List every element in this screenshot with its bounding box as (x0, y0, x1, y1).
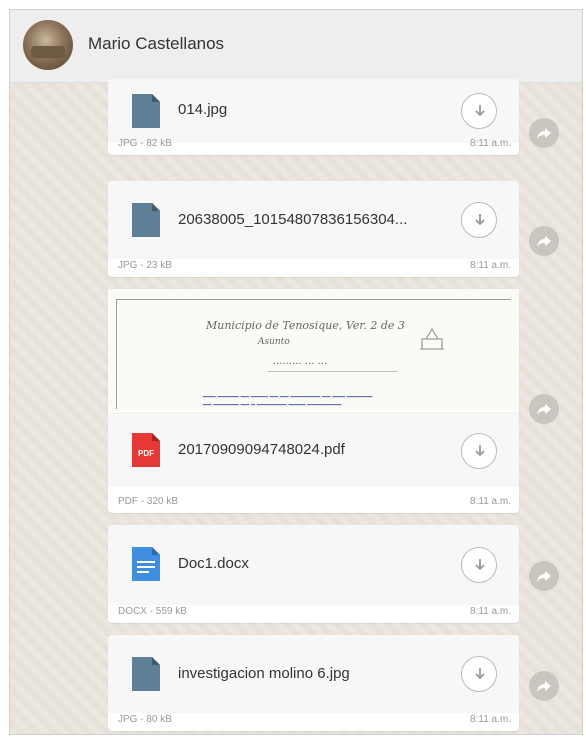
message-time: 8:11 a.m. (470, 714, 511, 725)
forward-button[interactable] (529, 561, 559, 591)
file-name: 20170909094748024.pdf (178, 441, 345, 458)
word-document-icon (132, 547, 160, 581)
download-arrow-icon (475, 668, 485, 680)
file-type-size: PDF - 320 kB (118, 496, 179, 507)
forward-button[interactable] (529, 226, 559, 256)
forward-button[interactable] (529, 118, 559, 148)
forward-icon (537, 128, 551, 139)
chat-header[interactable]: Mario Castellanos (10, 10, 582, 83)
file-row[interactable]: PDF 20170909094748024.pdf (108, 415, 519, 487)
download-button[interactable] (461, 656, 497, 692)
message-list[interactable]: 014.jpg JPG - 82 kB 8:11 a.m. 20638005_1… (10, 79, 582, 734)
pdf-preview-thumbnail[interactable]: Municipio de Tenosique, Ver. 2 de 3 Asun… (108, 289, 519, 414)
file-message: Municipio de Tenosique, Ver. 2 de 3 Asun… (108, 289, 519, 513)
pdf-icon: PDF (132, 433, 160, 467)
file-row[interactable]: Doc1.docx (108, 525, 519, 605)
forward-icon (537, 404, 551, 415)
document-icon (132, 94, 160, 128)
download-arrow-icon (475, 445, 485, 457)
document-icon (132, 203, 160, 237)
file-message: 20638005_10154807836156304... JPG - 23 k… (108, 181, 519, 277)
file-message: Doc1.docx DOCX - 559 kB 8:11 a.m. (108, 525, 519, 623)
file-row[interactable]: 014.jpg (108, 79, 519, 143)
download-arrow-icon (475, 214, 485, 226)
svg-text:PDF: PDF (138, 449, 154, 458)
file-type-size: JPG - 80 kB (118, 714, 172, 725)
chat-window: Mario Castellanos 014.jpg JPG - 82 kB 8:… (9, 9, 583, 735)
file-row[interactable]: 20638005_10154807836156304... (108, 181, 519, 259)
file-type-size: JPG - 23 kB (118, 260, 172, 271)
file-name: 014.jpg (178, 101, 228, 118)
file-type-size: DOCX - 559 kB (118, 606, 187, 617)
file-name: investigacion molino 6.jpg (178, 665, 350, 682)
file-message: investigacion molino 6.jpg JPG - 80 kB 8… (108, 635, 519, 731)
seal-stamp (420, 328, 444, 350)
forward-button[interactable] (529, 394, 559, 424)
message-time: 8:11 a.m. (470, 496, 511, 507)
file-row[interactable]: investigacion molino 6.jpg (108, 635, 519, 713)
download-button[interactable] (461, 93, 497, 129)
file-message: 014.jpg JPG - 82 kB 8:11 a.m. (108, 79, 519, 155)
download-button[interactable] (461, 547, 497, 583)
message-time: 8:11 a.m. (470, 606, 511, 617)
download-arrow-icon (475, 559, 485, 571)
message-time: 8:11 a.m. (470, 260, 511, 271)
download-button[interactable] (461, 433, 497, 469)
download-button[interactable] (461, 202, 497, 238)
file-type-size: JPG - 82 kB (118, 138, 172, 149)
forward-icon (537, 571, 551, 582)
download-arrow-icon (475, 105, 485, 117)
message-time: 8:11 a.m. (470, 138, 511, 149)
contact-avatar[interactable] (23, 20, 73, 70)
forward-button[interactable] (529, 671, 559, 701)
document-icon (132, 657, 160, 691)
forward-icon (537, 681, 551, 692)
contact-name[interactable]: Mario Castellanos (88, 34, 224, 54)
forward-icon (537, 236, 551, 247)
file-name: 20638005_10154807836156304... (178, 211, 408, 228)
file-name: Doc1.docx (178, 555, 249, 572)
